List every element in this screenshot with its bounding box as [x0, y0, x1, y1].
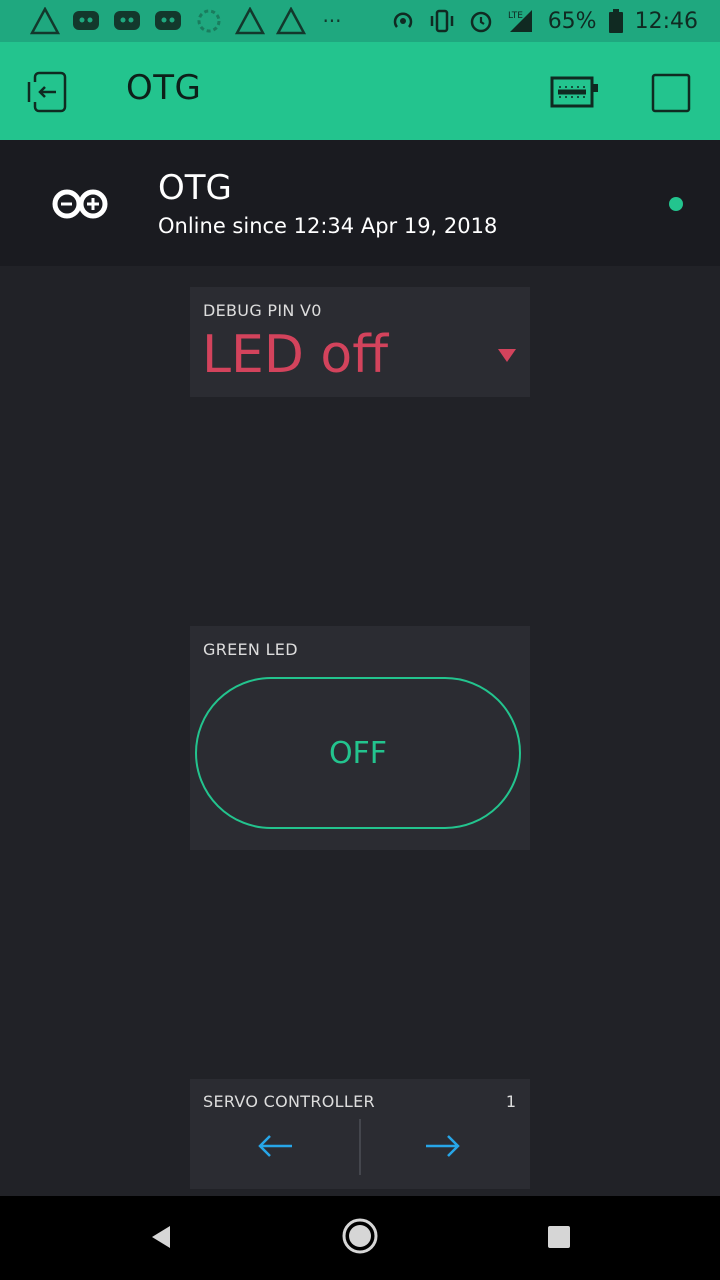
- exit-icon: [27, 71, 67, 113]
- widget-label: SERVO CONTROLLER: [203, 1092, 375, 1111]
- battery-percent: 65%: [547, 8, 597, 34]
- device-header[interactable]: OTG Online since 12:34 Apr 19, 2018: [0, 140, 720, 266]
- clock: 12:46: [634, 8, 698, 34]
- discord-icon: [71, 6, 101, 36]
- debug-pin-menu[interactable]: DEBUG PIN V0 LED off: [190, 287, 530, 397]
- back-triangle-icon: [152, 1226, 170, 1248]
- exit-project-button[interactable]: [26, 70, 72, 114]
- notification-icons: ···: [30, 6, 358, 36]
- green-led-toggle-button[interactable]: OFF: [195, 677, 521, 829]
- alarm-icon: [468, 8, 494, 34]
- toolbar: OTG: [0, 42, 720, 140]
- device-status: Online since 12:34 Apr 19, 2018: [158, 214, 498, 238]
- stop-icon: [651, 73, 691, 113]
- status-bar: ··· LTE 65% 12:46: [0, 0, 720, 42]
- more-notifications-icon: ···: [322, 9, 342, 33]
- stop-button[interactable]: [650, 72, 692, 114]
- hotspot-icon: [390, 8, 416, 34]
- caret-down-icon: [498, 349, 516, 362]
- system-icons: LTE 65% 12:46: [378, 6, 698, 36]
- nav-home-button[interactable]: [341, 1217, 379, 1255]
- arrow-left-icon: [258, 1135, 292, 1157]
- battery-icon: [608, 9, 623, 33]
- project-title: OTG: [126, 68, 202, 108]
- green-led-widget: GREEN LED OFF: [190, 626, 530, 850]
- online-indicator: [669, 197, 683, 211]
- warning-icon: [235, 6, 265, 36]
- devices-button[interactable]: [548, 72, 602, 112]
- nav-back-button[interactable]: [148, 1223, 174, 1251]
- arrow-right-icon: [426, 1135, 460, 1157]
- warning-icon: [276, 6, 306, 36]
- vibrate-icon: [428, 8, 456, 34]
- servo-value: 1: [505, 1092, 516, 1111]
- navigation-bar: [0, 1196, 720, 1280]
- widget-label: DEBUG PIN V0: [203, 301, 322, 320]
- servo-controller-widget: SERVO CONTROLLER 1: [190, 1079, 530, 1189]
- widget-label: GREEN LED: [203, 640, 298, 659]
- device-icon: [550, 76, 598, 108]
- step-down-button[interactable]: [256, 1131, 296, 1161]
- arduino-icon: [50, 184, 110, 224]
- discord-icon: [112, 6, 142, 36]
- home-circle-icon: [342, 1218, 378, 1254]
- signal-icon: LTE: [506, 8, 536, 34]
- button-state-label: OFF: [328, 735, 388, 771]
- device-name: OTG: [158, 168, 232, 208]
- discord-icon: [153, 6, 183, 36]
- menu-selected-value: LED off: [202, 325, 389, 385]
- sync-icon: [194, 6, 224, 36]
- step-up-button[interactable]: [422, 1131, 462, 1161]
- warning-icon: [30, 6, 60, 36]
- nav-recents-button[interactable]: [548, 1226, 570, 1248]
- svg-text:LTE: LTE: [508, 11, 523, 21]
- divider: [359, 1119, 361, 1175]
